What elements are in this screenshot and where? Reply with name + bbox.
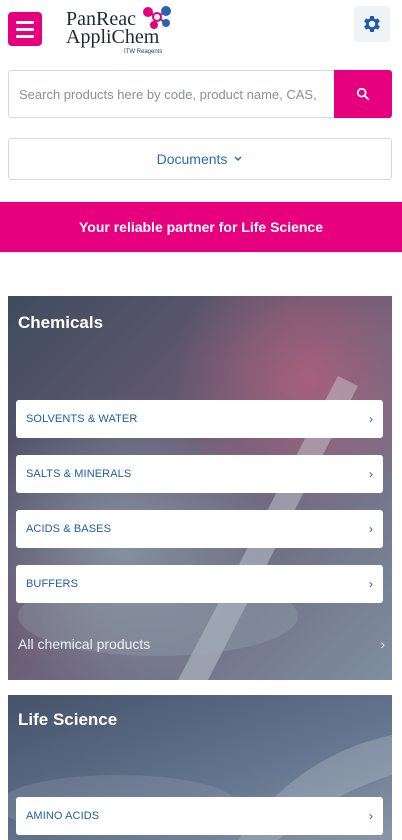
chevron-down-icon [234, 156, 242, 162]
category-item-label: SALTS & MINERALS [26, 468, 132, 480]
category-item-solvents-water[interactable]: SOLVENTS & WATER › [16, 400, 383, 438]
search-input[interactable] [9, 71, 334, 117]
hamburger-menu-button[interactable] [8, 12, 42, 46]
logo-line-2: AppliChem [66, 26, 160, 48]
category-item-label: AMINO ACIDS [26, 810, 100, 822]
category-title: Life Science [18, 710, 118, 729]
category-card-chemicals: Chemicals SOLVENTS & WATER › SALTS & MIN… [8, 296, 392, 680]
category-title: Chemicals [18, 313, 104, 332]
chevron-right-icon: › [369, 412, 373, 426]
category-item-label: SOLVENTS & WATER [26, 413, 138, 425]
category-item-amino-acids[interactable]: AMINO ACIDS › [16, 797, 383, 835]
settings-button[interactable] [354, 6, 390, 42]
category-item-label: ACIDS & BASES [26, 523, 112, 535]
logo-subtitle: ITW Reagents [124, 49, 163, 55]
search-icon [356, 87, 370, 101]
gear-icon [364, 16, 380, 32]
category-item-acids-bases[interactable]: ACIDS & BASES › [16, 510, 383, 548]
hamburger-icon [16, 20, 34, 24]
search-button[interactable] [334, 70, 392, 118]
chevron-right-icon: › [369, 577, 373, 591]
documents-label: Documents [156, 151, 228, 167]
app-header: PanReac AppliChem ITW Reagents [0, 0, 402, 62]
all-chemical-products-link[interactable]: All chemical products › [18, 629, 385, 659]
brand-logo[interactable]: PanReac AppliChem ITW Reagents [60, 4, 180, 60]
hamburger-icon-line [16, 27, 34, 31]
molecule-logo-icon [143, 6, 171, 29]
category-item-salts-minerals[interactable]: SALTS & MINERALS › [16, 455, 383, 493]
chevron-right-icon: › [369, 467, 373, 481]
chevron-right-icon: › [369, 809, 373, 823]
category-card-life-science: Life Science AMINO ACIDS › [8, 695, 392, 840]
chevron-right-icon: › [380, 636, 385, 652]
documents-dropdown[interactable]: Documents [8, 138, 392, 180]
all-products-label: All chemical products [18, 636, 151, 652]
hamburger-icon-line [16, 34, 34, 38]
category-item-label: BUFFERS [26, 578, 79, 590]
product-search [8, 70, 392, 118]
promo-banner: Your reliable partner for Life Science [0, 202, 402, 252]
chevron-right-icon: › [369, 522, 373, 536]
category-item-buffers[interactable]: BUFFERS › [16, 565, 383, 603]
banner-text: Your reliable partner for Life Science [78, 219, 324, 235]
